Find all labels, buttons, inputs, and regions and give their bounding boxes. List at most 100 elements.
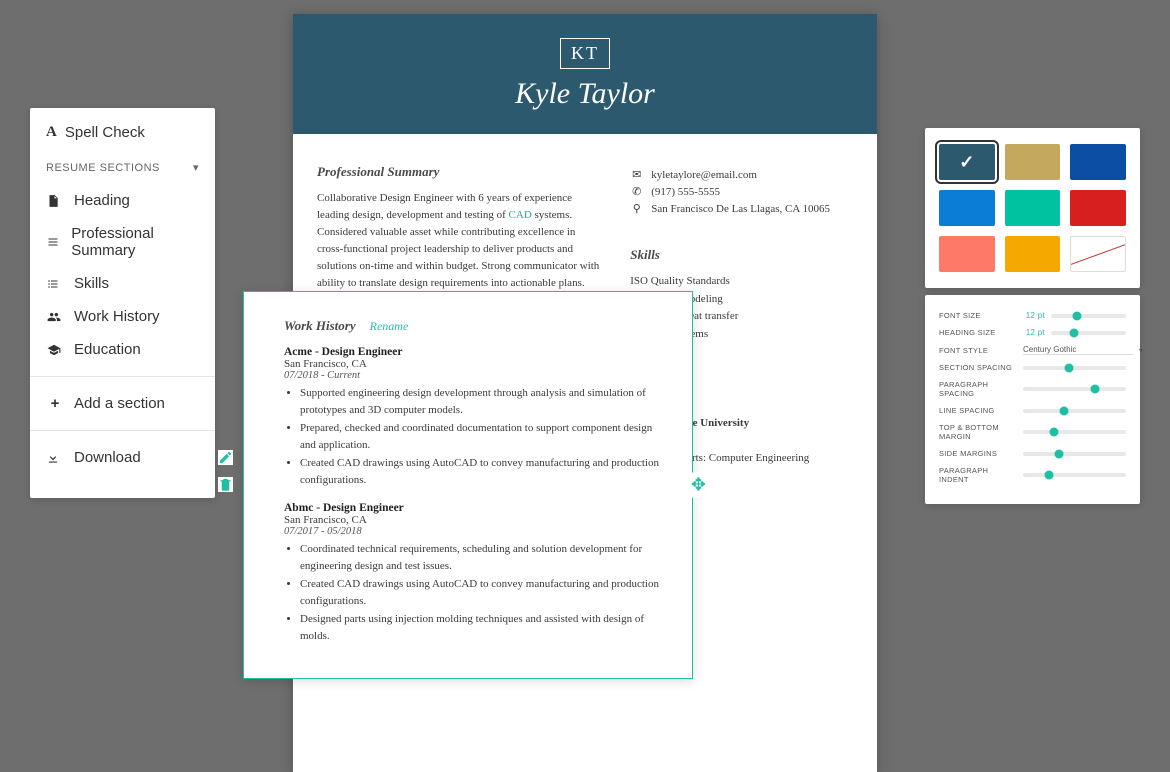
gradcap-icon [46,343,64,357]
slider-track[interactable] [1023,430,1126,434]
color-swatch[interactable] [939,190,995,226]
job-header: Abmc - Design Engineer [284,502,666,514]
left-panel: A Spell Check RESUME SECTIONS ▾ Heading P… [30,108,215,498]
control-heading-size: HEADING SIZE12 pt [939,324,1126,341]
job-dates: 07/2018 - Current [284,370,666,381]
editor-stage: A Spell Check RESUME SECTIONS ▾ Heading P… [0,0,1170,772]
sidebar-item-education[interactable]: Education [46,333,199,366]
contact-location: ⚲ San Francisco De Las Llagas, CA 10065 [630,202,853,215]
job-bullet: Created CAD drawings using AutoCAD to co… [300,455,666,488]
control-label: FONT STYLE [939,346,1017,355]
list-icon [46,278,64,290]
summary-title: Professional Summary [317,164,602,180]
control-label: LINE SPACING [939,406,1017,415]
slider-track[interactable] [1051,331,1126,335]
lines-icon [46,236,61,248]
slider-track[interactable] [1023,409,1126,413]
people-icon [46,310,64,324]
spell-check-button[interactable]: A Spell Check [46,124,199,141]
control-top-bottom-margin: TOP & BOTTOM MARGIN [939,419,1126,445]
resume-header: KT Kyle Taylor [293,14,877,134]
download-label: Download [74,449,141,466]
slider-thumb[interactable] [1055,449,1064,458]
resume-sections-header[interactable]: RESUME SECTIONS ▾ [46,161,199,174]
color-none[interactable] [1070,236,1126,272]
divider [30,376,215,377]
control-label: PARAGRAPH INDENT [939,466,1017,484]
plus-icon: + [46,395,64,412]
slider-track[interactable] [1023,473,1126,477]
move-icon[interactable]: ✥ [689,473,708,498]
divider [30,430,215,431]
control-value: 12 pt [1023,311,1045,320]
work-history-title: Work History [284,318,356,334]
skill-item: ISO Quality Standards [630,273,853,291]
slider-track[interactable] [1023,366,1126,370]
font-style-select[interactable] [1023,345,1133,355]
slider-track[interactable] [1051,314,1126,318]
color-swatch[interactable] [1070,144,1126,180]
control-section-spacing: SECTION SPACING [939,359,1126,376]
control-label: FONT SIZE [939,311,1017,320]
job-header: Acme - Design Engineer [284,346,666,358]
slider-track[interactable] [1023,387,1126,391]
slider-thumb[interactable] [1065,363,1074,372]
job-bullet: Created CAD drawings using AutoCAD to co… [300,576,666,609]
control-label: TOP & BOTTOM MARGIN [939,423,1017,441]
color-swatch[interactable] [1070,190,1126,226]
job-location: San Francisco, CA [284,358,666,370]
font-a-icon: A [46,124,57,141]
sidebar-item-label: Skills [74,275,109,292]
card-side-tools [218,450,233,492]
color-swatch[interactable] [939,236,995,272]
sidebar-item-label: Heading [74,192,130,209]
slider-thumb[interactable] [1091,385,1100,394]
slider-track[interactable] [1023,452,1126,456]
rename-link[interactable]: Rename [370,319,409,334]
pin-icon: ⚲ [630,202,643,215]
chevron-down-icon: ▾ [1139,346,1143,355]
contact-location-text: San Francisco De Las Llagas, CA 10065 [651,203,830,215]
contact-phone: ✆ (917) 555-5555 [630,185,853,198]
color-swatch[interactable] [1005,144,1061,180]
chevron-down-icon: ▾ [193,161,199,174]
slider-thumb[interactable] [1049,428,1058,437]
job-bullet: Designed parts using injection molding t… [300,611,666,644]
slider-thumb[interactable] [1044,471,1053,480]
slider-thumb[interactable] [1069,328,1078,337]
color-swatch[interactable] [1005,190,1061,226]
control-label: PARAGRAPH SPACING [939,380,1017,398]
sidebar-item-work-history[interactable]: Work History [46,300,199,333]
initials-box: KT [560,38,610,69]
trash-icon[interactable] [218,477,233,492]
check-icon: ✓ [939,144,995,180]
contact-email-text: kyletaylore@email.com [651,169,757,181]
sidebar-item-label: Education [74,341,141,358]
slider-thumb[interactable] [1073,311,1082,320]
color-swatch[interactable] [1005,236,1061,272]
slider-thumb[interactable] [1060,406,1069,415]
download-button[interactable]: Download [46,441,199,474]
envelope-icon: ✉ [630,168,643,181]
control-value: 12 pt [1023,328,1045,337]
job-bullet: Supported engineering design development… [300,385,666,418]
edit-icon[interactable] [218,450,233,465]
sidebar-item-professional-summary[interactable]: Professional Summary [46,217,199,267]
add-section-button[interactable]: + Add a section [46,387,199,420]
color-swatch[interactable]: ✓ [939,144,995,180]
control-font-style: FONT STYLE▾ [939,341,1126,359]
sidebar-item-label: Professional Summary [71,225,199,259]
control-line-spacing: LINE SPACING [939,402,1126,419]
sidebar-item-heading[interactable]: Heading [46,184,199,217]
sidebar-item-skills[interactable]: Skills [46,267,199,300]
format-controls-panel: FONT SIZE12 ptHEADING SIZE12 ptFONT STYL… [925,295,1140,504]
job-entry: Abmc - Design EngineerSan Francisco, CA0… [284,502,666,644]
contact-phone-text: (917) 555-5555 [651,186,720,198]
job-dates: 07/2017 - 05/2018 [284,526,666,537]
control-label: SECTION SPACING [939,363,1017,372]
work-history-card[interactable]: ✥ Work History Rename Acme - Design Engi… [243,291,693,679]
spell-check-label: Spell Check [65,124,145,141]
job-entry: Acme - Design EngineerSan Francisco, CA0… [284,346,666,488]
job-bullet: Prepared, checked and coordinated docume… [300,420,666,453]
skills-title: Skills [630,247,853,263]
